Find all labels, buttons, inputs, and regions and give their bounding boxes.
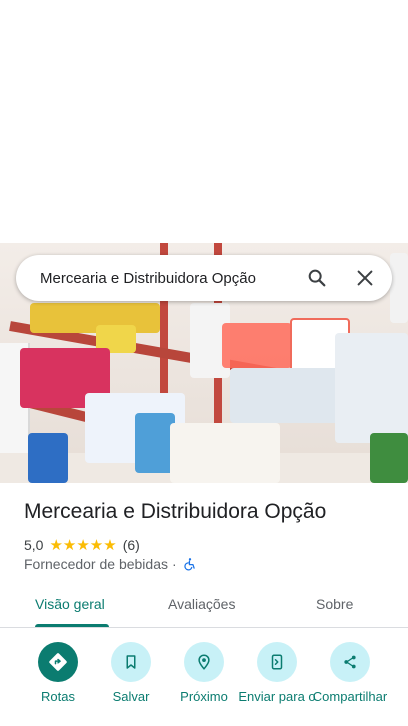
- nearby-label: Próximo: [180, 689, 228, 704]
- share-button[interactable]: Compartilhar: [310, 642, 390, 704]
- rating-value: 5,0: [24, 537, 44, 553]
- bookmark-icon: [111, 642, 151, 682]
- directions-icon: [38, 642, 78, 682]
- tab-bar: Visão geral Avaliações Sobre: [0, 584, 408, 628]
- active-tab-indicator: [35, 624, 109, 627]
- map-area[interactable]: [0, 0, 408, 243]
- share-icon: [330, 642, 370, 682]
- review-count[interactable]: (6): [123, 537, 140, 553]
- place-title: Mercearia e Distribuidora Opção: [24, 500, 327, 523]
- send-to-phone-label: Enviar para o: [238, 689, 316, 704]
- save-button[interactable]: Salvar: [91, 642, 171, 704]
- save-label: Salvar: [112, 689, 150, 704]
- directions-button[interactable]: Rotas: [18, 642, 98, 704]
- send-to-phone-icon: [257, 642, 297, 682]
- separator: ·: [172, 556, 177, 572]
- star-rating-icon: ★★★★★: [49, 536, 117, 554]
- wheelchair-accessible-icon: [184, 558, 195, 571]
- category-row: Fornecedor de bebidas ·: [24, 556, 197, 572]
- tab-overview[interactable]: Visão geral: [35, 596, 105, 612]
- share-label: Compartilhar: [312, 689, 388, 704]
- tab-about[interactable]: Sobre: [316, 596, 353, 612]
- close-icon[interactable]: [354, 267, 376, 289]
- send-to-phone-button[interactable]: Enviar para o: [237, 642, 317, 704]
- tab-reviews[interactable]: Avaliações: [168, 596, 235, 612]
- place-category: Fornecedor de bebidas: [24, 556, 168, 572]
- nearby-icon: [184, 642, 224, 682]
- action-bar: Rotas Salvar Próximo Enviar para o Compa…: [0, 642, 408, 726]
- rating-row[interactable]: 5,0 ★★★★★ (6): [24, 536, 140, 554]
- search-input[interactable]: Mercearia e Distribuidora Opção: [40, 270, 392, 287]
- search-bar[interactable]: Mercearia e Distribuidora Opção: [16, 255, 392, 301]
- nearby-button[interactable]: Próximo: [164, 642, 244, 704]
- directions-label: Rotas: [41, 689, 75, 704]
- search-icon[interactable]: [306, 267, 328, 289]
